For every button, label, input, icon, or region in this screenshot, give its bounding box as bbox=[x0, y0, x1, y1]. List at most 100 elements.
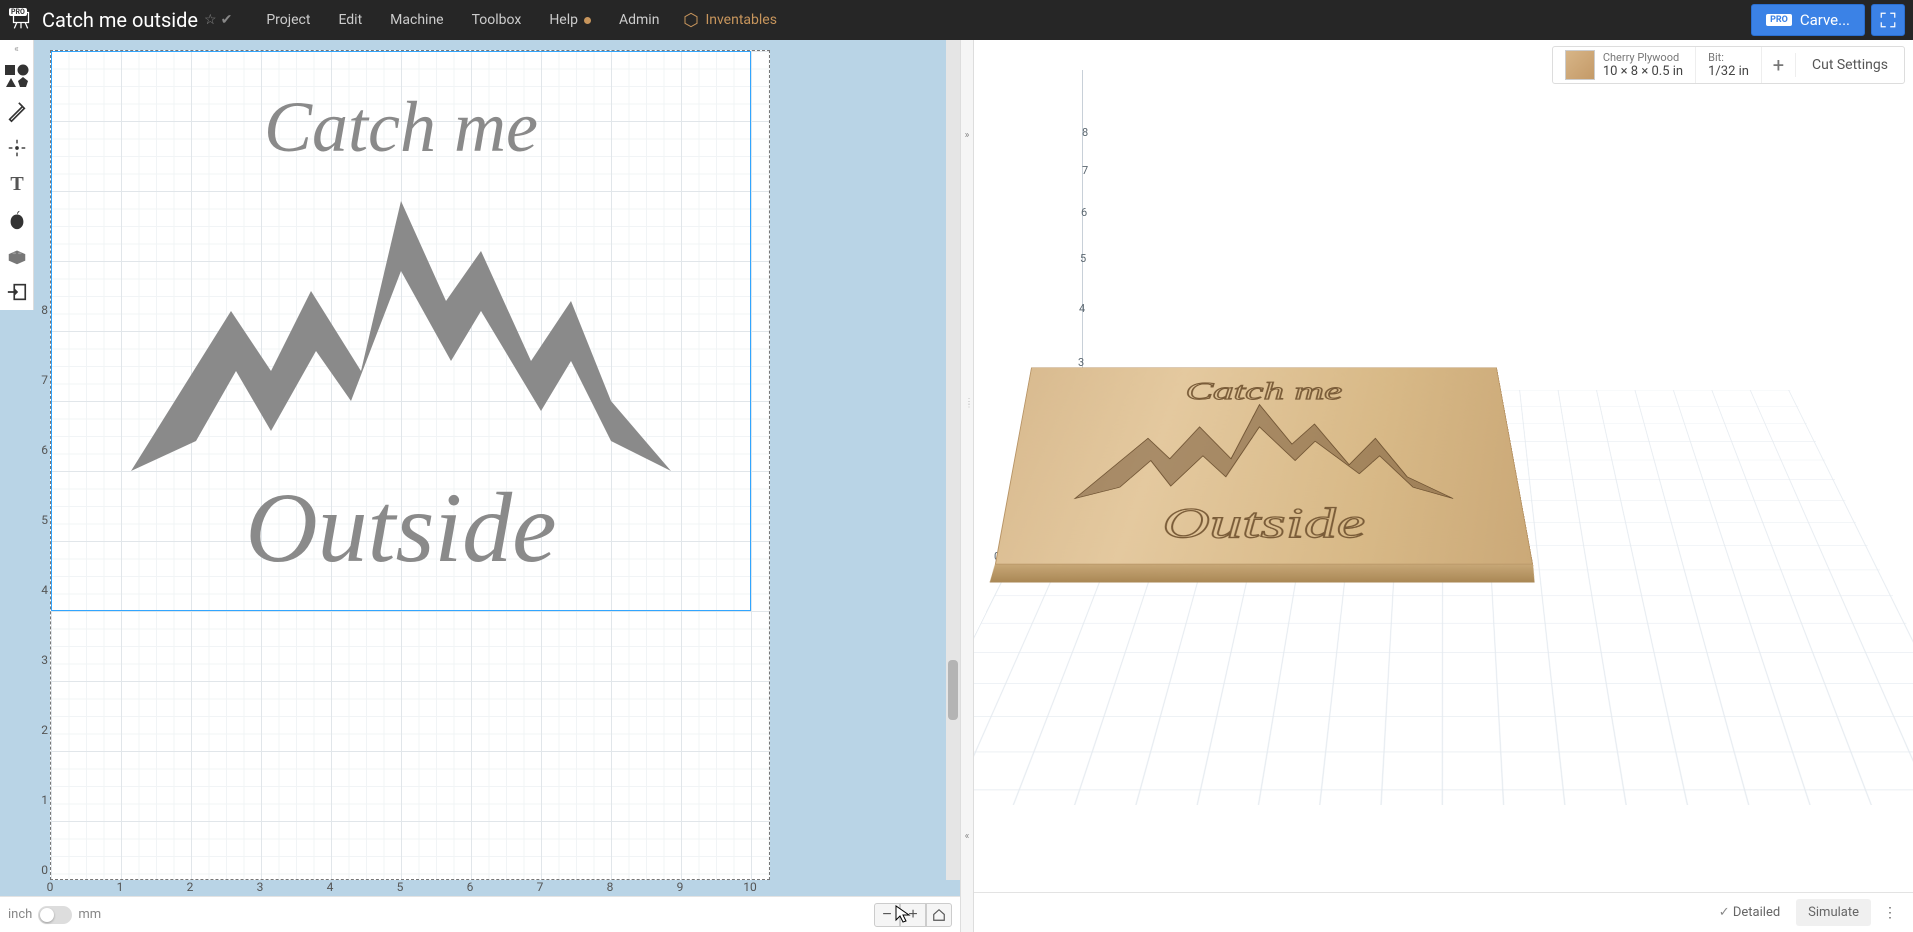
unit-mm-label[interactable]: mm bbox=[78, 907, 101, 922]
y3-tick: 4 bbox=[1079, 302, 1085, 315]
main-menu: Project Edit Machine Toolbox Help Admin bbox=[252, 0, 673, 40]
lego-tool[interactable] bbox=[0, 238, 34, 274]
y-tick: 2 bbox=[41, 723, 48, 737]
preview-3d[interactable]: 0 1 2 3 4 5 6 7 8 0 1 2 3 4 5 6 7 8 9 10 bbox=[974, 40, 1913, 892]
y-tick: 5 bbox=[41, 513, 48, 527]
tool-sidebar: « T bbox=[0, 40, 34, 310]
y-tick: 1 bbox=[41, 793, 48, 807]
y-axis: 0 1 2 3 4 5 6 7 8 bbox=[34, 40, 50, 886]
preview-pane: 0 1 2 3 4 5 6 7 8 0 1 2 3 4 5 6 7 8 9 10 bbox=[974, 40, 1913, 932]
x-tick: 10 bbox=[743, 880, 757, 894]
shapes-icon bbox=[3, 62, 31, 90]
pro-badge-carve: PRO bbox=[1766, 14, 1792, 26]
menu-machine[interactable]: Machine bbox=[376, 0, 457, 40]
menu-help[interactable]: Help bbox=[535, 0, 605, 40]
favorite-star-icon[interactable]: ☆ bbox=[204, 12, 217, 28]
app-logo[interactable]: PRO bbox=[8, 7, 34, 33]
units-toggle: inch mm bbox=[8, 906, 101, 924]
carve-button[interactable]: PRO Carve... bbox=[1751, 4, 1865, 36]
inventables-label: Inventables bbox=[705, 12, 777, 28]
bit-value: 1/32 in bbox=[1708, 64, 1749, 79]
apple-icon bbox=[6, 209, 28, 231]
mode-detailed[interactable]: Detailed bbox=[1707, 899, 1792, 926]
x-tick: 8 bbox=[607, 880, 614, 894]
carve-mountain bbox=[1075, 405, 1453, 499]
design-text-line2[interactable]: Outside bbox=[245, 472, 556, 583]
brick-icon bbox=[6, 245, 28, 267]
x-tick: 5 bbox=[397, 880, 404, 894]
collapse-tools-icon[interactable]: « bbox=[0, 44, 33, 58]
zoom-controls: − + bbox=[874, 903, 952, 927]
material-chip[interactable]: Cherry Plywood 10 × 8 × 0.5 in bbox=[1553, 47, 1696, 83]
chevron-right-icon[interactable]: » bbox=[965, 130, 970, 141]
menu-project[interactable]: Project bbox=[252, 0, 324, 40]
menu-admin[interactable]: Admin bbox=[605, 0, 673, 40]
y-tick: 3 bbox=[41, 653, 48, 667]
carve-text-line2: Outside bbox=[1161, 500, 1367, 547]
board-edge bbox=[990, 564, 1535, 582]
menu-toolbox[interactable]: Toolbox bbox=[458, 0, 536, 40]
saved-check-icon: ✔ bbox=[221, 12, 233, 28]
carve-button-label: Carve... bbox=[1800, 11, 1850, 29]
material-name: Cherry Plywood bbox=[1603, 51, 1683, 64]
import-tool[interactable] bbox=[0, 274, 34, 310]
drill-icon bbox=[6, 137, 28, 159]
x-tick: 6 bbox=[467, 880, 474, 894]
vertical-scrollbar[interactable] bbox=[946, 40, 960, 880]
zoom-out-button[interactable]: − bbox=[874, 903, 900, 927]
x-tick: 1 bbox=[117, 880, 124, 894]
y-tick: 0 bbox=[41, 863, 48, 877]
drill-tool[interactable] bbox=[0, 130, 34, 166]
preview-bottom-bar: Detailed Simulate ⋮ bbox=[974, 892, 1913, 932]
y3-tick: 8 bbox=[1082, 126, 1088, 139]
scrollbar-thumb[interactable] bbox=[948, 660, 958, 720]
x-tick: 2 bbox=[187, 880, 194, 894]
x-tick: 9 bbox=[677, 880, 684, 894]
zoom-in-button[interactable]: + bbox=[900, 903, 926, 927]
mode-simulate[interactable]: Simulate bbox=[1796, 899, 1871, 926]
x-tick: 3 bbox=[257, 880, 264, 894]
carving-preview: Catch me Outside bbox=[995, 367, 1533, 564]
y3-tick: 6 bbox=[1081, 206, 1087, 219]
chevron-left-icon[interactable]: « bbox=[965, 831, 970, 842]
fullscreen-icon bbox=[1879, 11, 1897, 29]
cut-settings-button[interactable]: Cut Settings bbox=[1796, 57, 1904, 73]
unit-switch[interactable] bbox=[38, 906, 72, 924]
x-tick: 4 bbox=[327, 880, 334, 894]
bit-chip[interactable]: Bit: 1/32 in bbox=[1696, 47, 1762, 83]
apps-tool[interactable] bbox=[0, 202, 34, 238]
project-title[interactable]: Catch me outside bbox=[42, 8, 198, 32]
material-3d[interactable]: Catch me Outside bbox=[995, 367, 1533, 564]
unit-inch-label[interactable]: inch bbox=[8, 907, 32, 922]
shapes-tool[interactable] bbox=[0, 58, 34, 94]
design-text-line1[interactable]: Catch me bbox=[264, 87, 538, 167]
zoom-fit-button[interactable] bbox=[926, 903, 952, 927]
text-tool[interactable]: T bbox=[0, 166, 34, 202]
mountain-shape[interactable] bbox=[131, 201, 671, 471]
inventables-link[interactable]: Inventables bbox=[683, 12, 777, 28]
workspace-grid[interactable]: Catch me Outside bbox=[50, 50, 770, 880]
y3-tick: 7 bbox=[1082, 164, 1088, 177]
y-tick: 8 bbox=[41, 303, 48, 317]
inventables-hex-icon bbox=[683, 12, 699, 28]
pen-tool[interactable] bbox=[0, 94, 34, 130]
carve-text-line1: Catch me bbox=[1185, 378, 1343, 405]
home-icon bbox=[932, 908, 946, 922]
top-bar: PRO Catch me outside ☆ ✔ Project Edit Ma… bbox=[0, 0, 1913, 40]
menu-edit[interactable]: Edit bbox=[324, 0, 376, 40]
add-bit-button[interactable]: + bbox=[1762, 53, 1796, 77]
pro-badge-logo: PRO bbox=[9, 8, 27, 16]
x-tick: 7 bbox=[537, 880, 544, 894]
x-axis: 0 1 2 3 4 5 6 7 8 9 10 bbox=[50, 880, 950, 896]
y-tick: 4 bbox=[41, 583, 48, 597]
canvas-2d[interactable]: 0 1 2 3 4 5 6 7 8 Catch me Outside 0 bbox=[34, 40, 960, 896]
pane-splitter[interactable]: » ⋮⋮⋮⋮ « bbox=[960, 40, 974, 932]
design-pane: « T bbox=[0, 40, 960, 932]
y-tick: 6 bbox=[41, 443, 48, 457]
preview-menu-button[interactable]: ⋮ bbox=[1875, 899, 1905, 927]
design-2d[interactable]: Catch me Outside bbox=[51, 51, 751, 611]
bottom-bar-2d: inch mm − + bbox=[0, 896, 960, 932]
bit-label: Bit: bbox=[1708, 51, 1749, 64]
fit-screen-button[interactable] bbox=[1871, 4, 1905, 36]
y-tick: 7 bbox=[41, 373, 48, 387]
